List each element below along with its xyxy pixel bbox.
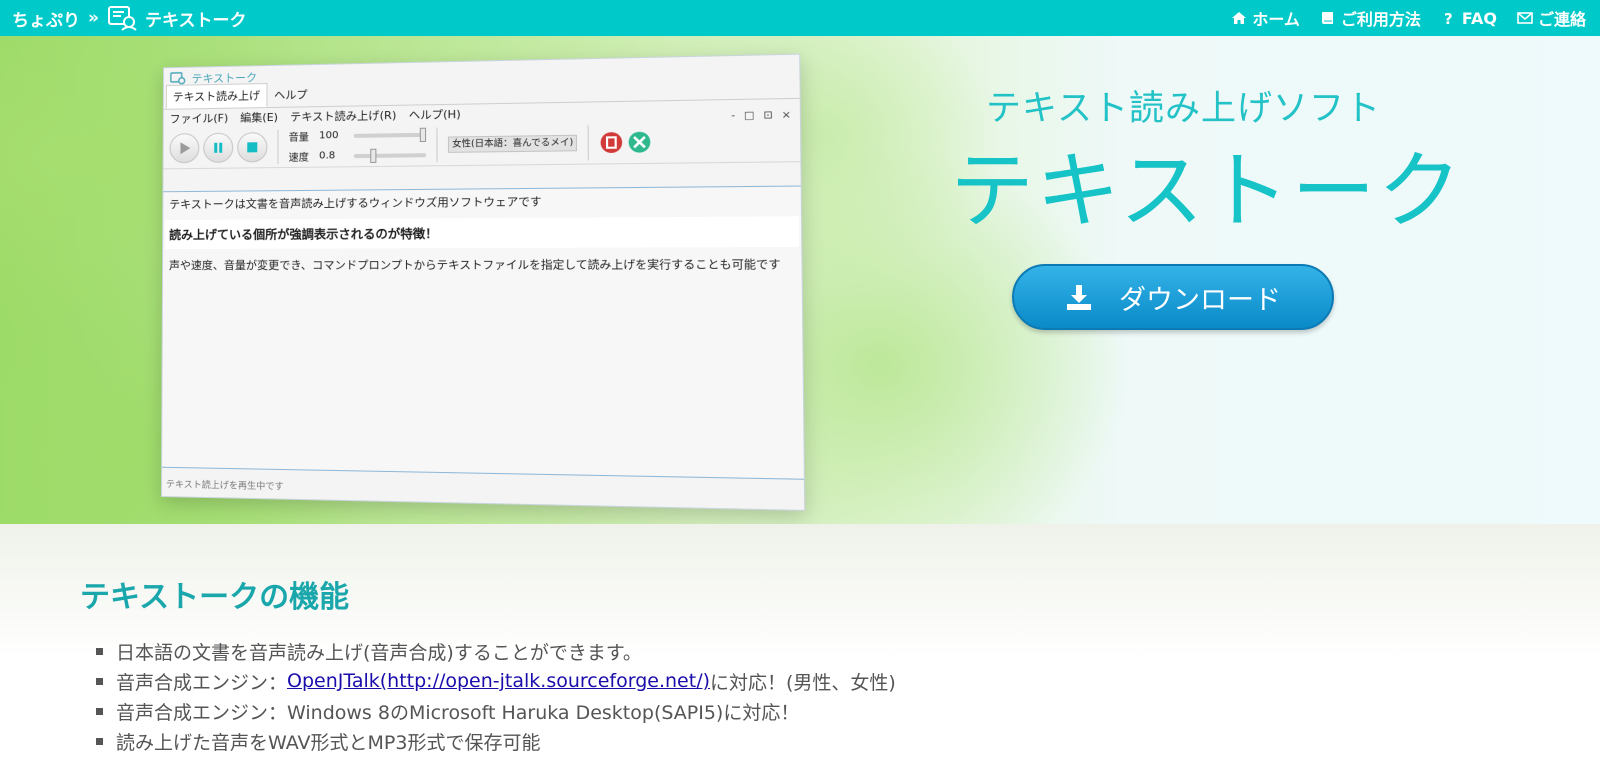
nav-home[interactable]: ホーム	[1231, 6, 1300, 30]
nav-contact[interactable]: ご連絡	[1517, 6, 1586, 30]
toolbar-divider	[587, 124, 589, 160]
nav-faq[interactable]: ? FAQ	[1441, 9, 1497, 28]
speed-value: 0.8	[319, 150, 336, 162]
editor-line-highlighted: 読み上げている個所が強調表示されるのが特徴！	[165, 216, 800, 250]
settings-tools-icon[interactable]	[627, 130, 651, 153]
list-item: 日本語の文書を音声読み上げ(音声合成)することができます。	[96, 636, 896, 666]
list-item: 音声合成エンジン： OpenJTalk(http://open-jtalk.sou…	[96, 666, 896, 696]
feature-text: 音声合成エンジン：	[116, 671, 288, 694]
volume-label: 音量	[288, 132, 309, 144]
stop-button[interactable]	[237, 131, 268, 163]
top-bar: ちょぷり » テキストーク ホーム ご利用方法 ? FAQ ご連絡	[0, 0, 1600, 36]
download-label: ダウンロード	[1119, 284, 1281, 316]
tab-text-read[interactable]: テキスト読み上げ	[165, 83, 268, 109]
nav-usage[interactable]: ご利用方法	[1320, 6, 1421, 30]
status-bar: テキスト読上げを再生中です	[165, 479, 284, 493]
restore-icon[interactable]: ⊡	[763, 110, 772, 122]
feature-text: 日本語の文書を音声読み上げ(音声合成)することができます。	[116, 641, 642, 664]
download-button[interactable]: ダウンロード	[1012, 264, 1334, 330]
site-name-link[interactable]: ちょぷり	[12, 6, 80, 31]
menu-read[interactable]: テキスト読み上げ(R)	[290, 107, 396, 125]
openjtalk-link[interactable]: OpenJTalk(http://open-jtalk.sourceforge.…	[287, 670, 710, 692]
speed-slider[interactable]	[353, 148, 427, 163]
nav-faq-label: FAQ	[1461, 8, 1497, 28]
hero-section: テキストーク テキスト読み上げ ヘルプ - □ ⊡ × ファイル(F) 編集(E…	[0, 36, 1600, 536]
play-icon	[180, 142, 191, 154]
question-icon: ?	[1444, 10, 1453, 26]
pause-icon	[213, 141, 222, 153]
app-screenshot: テキストーク テキスト読み上げ ヘルプ - □ ⊡ × ファイル(F) 編集(E…	[160, 53, 806, 511]
toolbar-divider	[436, 127, 438, 162]
mail-icon	[1517, 12, 1533, 24]
close-icon[interactable]: ×	[782, 110, 791, 122]
breadcrumb-separator: »	[88, 8, 99, 28]
feature-text: に対応！(男性、女性)	[710, 671, 896, 694]
download-icon	[1067, 285, 1091, 310]
feature-text: 音声合成エンジン：Windows 8のMicrosoft Haruka Desk…	[116, 701, 800, 724]
app-logo-icon	[107, 6, 137, 31]
book-icon	[1321, 12, 1333, 24]
play-button[interactable]	[169, 132, 200, 163]
toolbar-divider	[277, 129, 279, 164]
svg-text:?: ?	[1444, 10, 1453, 26]
volume-slider[interactable]	[353, 127, 427, 142]
hero-title: テキストーク	[950, 142, 1464, 240]
features-list: 日本語の文書を音声読み上げ(音声合成)することができます。 音声合成エンジン： O…	[96, 636, 896, 756]
volume-slider-thumb[interactable]	[419, 127, 427, 142]
nav-usage-label: ご利用方法	[1340, 10, 1421, 29]
nav-contact-label: ご連絡	[1537, 10, 1586, 29]
film-icon[interactable]	[599, 130, 623, 153]
app-name-link[interactable]: テキストーク	[145, 6, 247, 31]
editor-line-1: テキストークは文書を音声読み上げするウィンドウズ用ソフトウェアです	[169, 195, 542, 212]
speed-slider-thumb[interactable]	[370, 148, 377, 163]
tab-help[interactable]: ヘルプ	[267, 82, 315, 107]
menu-file[interactable]: ファイル(F)	[170, 110, 229, 127]
minimize-icon[interactable]: -	[731, 110, 735, 122]
features-heading: テキストークの機能	[80, 580, 350, 615]
home-icon	[1232, 12, 1247, 24]
menu-help[interactable]: ヘルプ(H)	[409, 106, 461, 123]
app-toolbar: 音量 100 速度 0.8 女性(日本語：喜んでるメイ) [Op	[163, 117, 801, 170]
window-controls: - □ ⊡ ×	[731, 110, 791, 122]
volume-value: 100	[319, 130, 339, 142]
voice-select[interactable]: 女性(日本語：喜んでるメイ) [Op	[447, 134, 578, 153]
maximize-icon[interactable]: □	[744, 110, 755, 122]
breadcrumb: ちょぷり » テキストーク	[12, 0, 246, 36]
speed-label: 速度	[288, 152, 309, 164]
nav-home-label: ホーム	[1252, 10, 1300, 29]
main-nav: ホーム ご利用方法 ? FAQ ご連絡	[1231, 0, 1586, 36]
slider-group: 音量 100 速度 0.8	[289, 127, 427, 164]
text-editor[interactable]: テキストークは文書を音声読み上げするウィンドウズ用ソフトウェアです 読み上げてい…	[162, 185, 804, 480]
features-section: テキストークの機能 日本語の文書を音声読み上げ(音声合成)することができます。 …	[0, 524, 1600, 767]
editor-line-3: 声や速度、音量が変更でき、コマンドプロンプトからテキストファイルを指定して読み上…	[168, 257, 781, 273]
list-item: 読み上げた音声をWAV形式とMP3形式で保存可能	[96, 726, 896, 756]
list-item: 音声合成エンジン：Windows 8のMicrosoft Haruka Desk…	[96, 696, 896, 726]
feature-text: 読み上げた音声をWAV形式とMP3形式で保存可能	[116, 731, 541, 754]
pause-button[interactable]	[203, 132, 234, 163]
menu-edit[interactable]: 編集(E)	[240, 109, 278, 126]
stop-icon	[247, 141, 258, 152]
